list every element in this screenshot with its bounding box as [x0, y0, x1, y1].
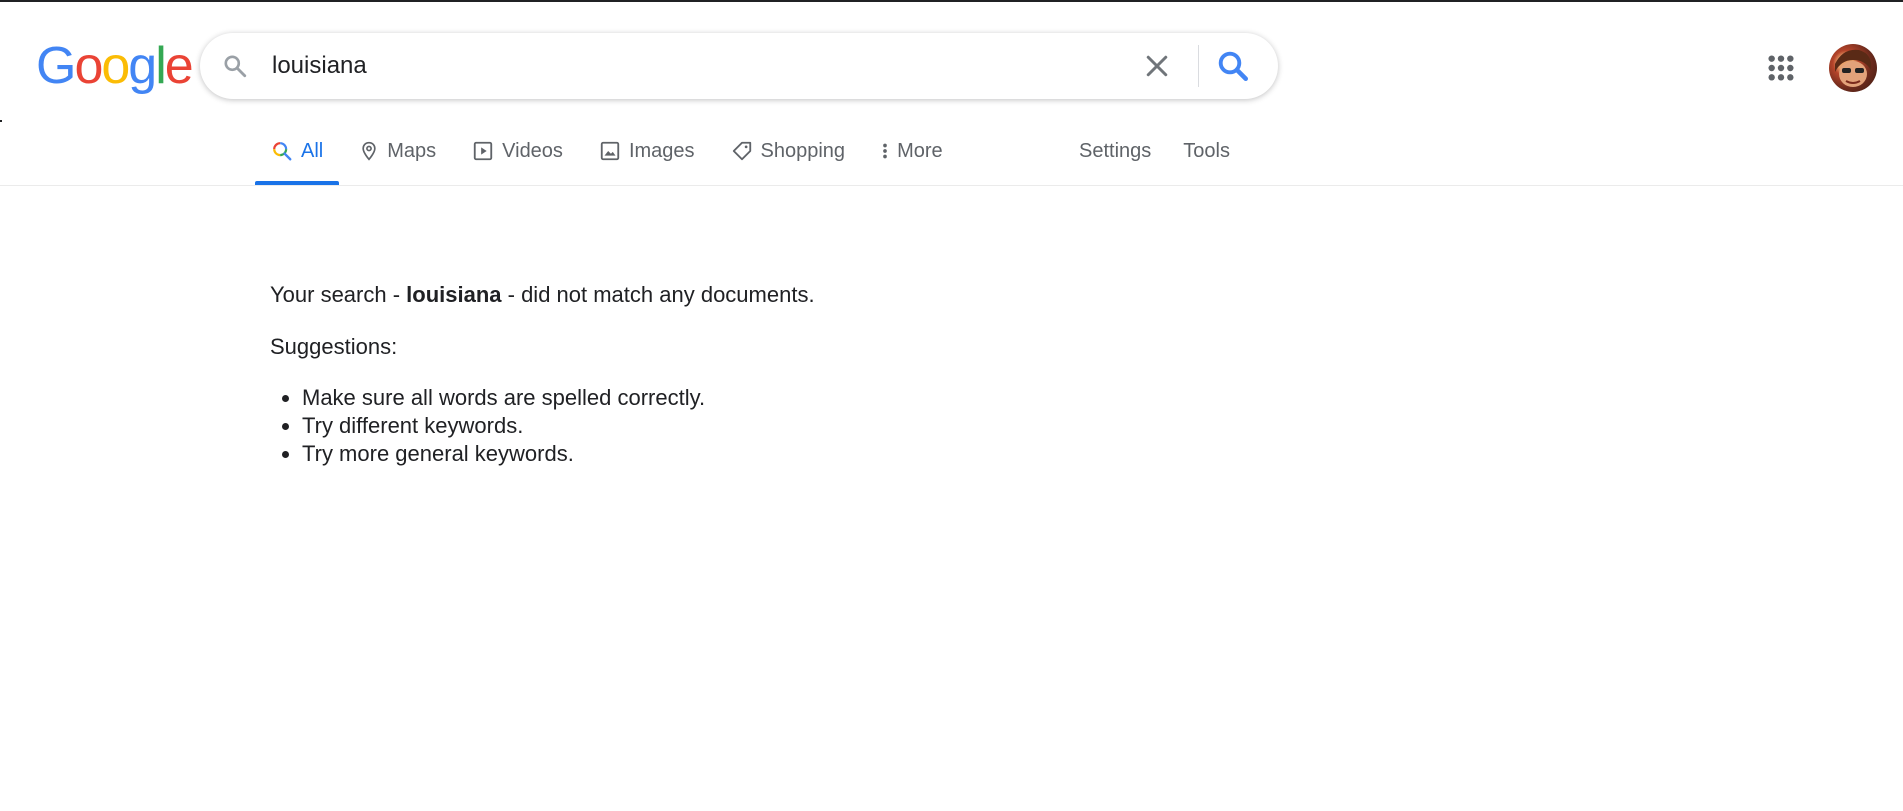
- tab-maps-label: Maps: [387, 139, 437, 162]
- avatar-image: [1835, 49, 1872, 87]
- search-icon: [224, 55, 247, 78]
- tools-label: Tools: [1183, 139, 1230, 162]
- video-play-icon: [473, 141, 493, 161]
- search-input[interactable]: [272, 45, 1032, 87]
- tab-shopping-label: Shopping: [760, 139, 846, 162]
- tab-videos[interactable]: Videos: [456, 130, 579, 172]
- tools-button[interactable]: Tools: [1167, 130, 1246, 172]
- logo-letter: o: [74, 37, 103, 95]
- tab-maps[interactable]: Maps: [343, 130, 452, 172]
- suggestions-list: Make sure all words are spelled correctl…: [270, 384, 1170, 468]
- search-box: [200, 33, 1278, 99]
- google-logo[interactable]: Google: [36, 37, 194, 95]
- no-match-suffix: - did not match any documents.: [501, 282, 815, 307]
- tab-all[interactable]: All: [255, 130, 340, 185]
- tab-images-label: Images: [628, 139, 695, 162]
- tab-more-label: More: [897, 139, 943, 162]
- settings-label: Settings: [1079, 139, 1152, 162]
- suggestion-item: Make sure all words are spelled correctl…: [302, 384, 1170, 412]
- tab-videos-label: Videos: [502, 139, 563, 162]
- tag-icon: [732, 141, 751, 161]
- settings-tools-group: Settings Tools: [1063, 130, 1246, 172]
- header: Google louisiana All Maps Videos Images …: [0, 0, 1903, 186]
- no-results-panel: Your search - louisiana - did not match …: [270, 280, 1170, 468]
- no-match-message: Your search - louisiana - did not match …: [270, 280, 1170, 310]
- suggestion-item: Try different keywords.: [302, 412, 1170, 440]
- clear-icon[interactable]: [1142, 51, 1172, 81]
- search-divider: [1198, 45, 1199, 87]
- search-submit-icon[interactable]: [1215, 48, 1251, 84]
- map-pin-icon: [362, 141, 376, 161]
- search-tabs: All Maps Videos Images Shopping More: [255, 130, 963, 185]
- no-match-prefix: Your search -: [270, 282, 407, 307]
- multicolor-search-icon: [273, 142, 292, 161]
- more-vertical-icon: [883, 143, 887, 159]
- tab-images[interactable]: Images: [583, 130, 711, 172]
- logo-letter: e: [164, 37, 194, 95]
- logo-letter: g: [128, 37, 157, 95]
- settings-button[interactable]: Settings: [1063, 130, 1167, 172]
- logo-letter: l: [155, 37, 166, 95]
- image-icon: [600, 141, 620, 161]
- suggestion-item: Try more general keywords.: [302, 440, 1170, 468]
- no-match-query: louisiana: [406, 282, 502, 307]
- tab-more[interactable]: More: [865, 130, 959, 172]
- tab-all-label: All: [301, 139, 324, 162]
- tab-shopping[interactable]: Shopping: [715, 130, 862, 172]
- apps-grid-icon[interactable]: [1765, 52, 1797, 84]
- logo-letter: G: [36, 37, 76, 95]
- account-avatar[interactable]: [1829, 44, 1877, 92]
- logo-letter: o: [101, 37, 130, 95]
- suggestions-heading: Suggestions:: [270, 334, 398, 359]
